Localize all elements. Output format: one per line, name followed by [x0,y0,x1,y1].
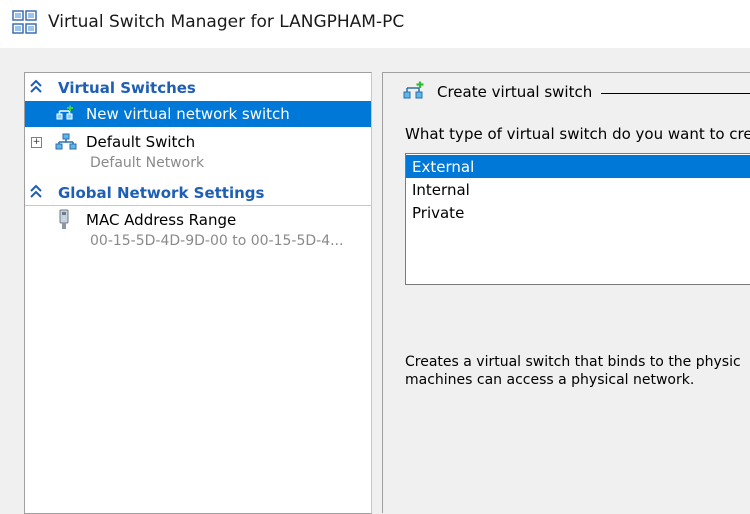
new-network-switch-icon [403,81,424,99]
tree-item-label: MAC Address Range [86,211,237,229]
tree-item-mac-address-range[interactable]: MAC Address Range [25,207,371,233]
window-title: Virtual Switch Manager for LANGPHAM-PC [48,12,405,32]
details-pane: Create virtual switch What type of virtu… [382,72,750,513]
group-divider [601,93,750,94]
list-item-label: Internal [412,181,470,199]
section-header-virtual-switches[interactable]: Virtual Switches [25,76,371,100]
new-network-switch-icon [56,105,73,120]
section-label: Virtual Switches [58,79,196,97]
network-switch-icon [55,133,77,150]
description-line: Creates a virtual switch that binds to t… [405,354,741,370]
group-title: Create virtual switch [437,83,593,101]
section-label: Global Network Settings [58,184,265,202]
navigation-tree: Virtual Switches New virtual network swi… [24,72,372,514]
tree-item-subtext: 00-15-5D-4D-9D-00 to 00-15-5D-4... [90,233,344,249]
tree-item-subtext: Default Network [90,155,205,171]
network-adapter-icon [59,209,69,229]
virtual-switch-manager-icon [12,10,37,34]
list-item-external[interactable]: External [406,155,750,178]
double-chevron-up-icon [30,184,42,198]
plus-box-icon[interactable]: + [31,137,42,148]
tree-item-default-switch[interactable]: + Default Switch [25,129,371,155]
description-line: machines can access a physical network. [405,372,695,388]
list-item-private[interactable]: Private [406,201,750,224]
switch-type-listbox[interactable]: External Internal Private [405,153,750,285]
tree-item-label: New virtual network switch [86,105,290,123]
list-item-label: External [412,158,475,176]
switch-type-question: What type of virtual switch do you want … [405,125,750,143]
list-item-label: Private [412,204,465,222]
tree-item-new-virtual-network-switch[interactable]: New virtual network switch [25,101,371,127]
section-header-global-network-settings[interactable]: Global Network Settings [25,181,371,205]
tree-item-label: Default Switch [86,133,196,151]
switch-type-description: Creates a virtual switch that binds to t… [405,353,750,389]
section-divider [25,205,371,206]
title-bar: Virtual Switch Manager for LANGPHAM-PC [0,0,750,48]
list-item-internal[interactable]: Internal [406,178,750,201]
double-chevron-up-icon [30,79,42,93]
